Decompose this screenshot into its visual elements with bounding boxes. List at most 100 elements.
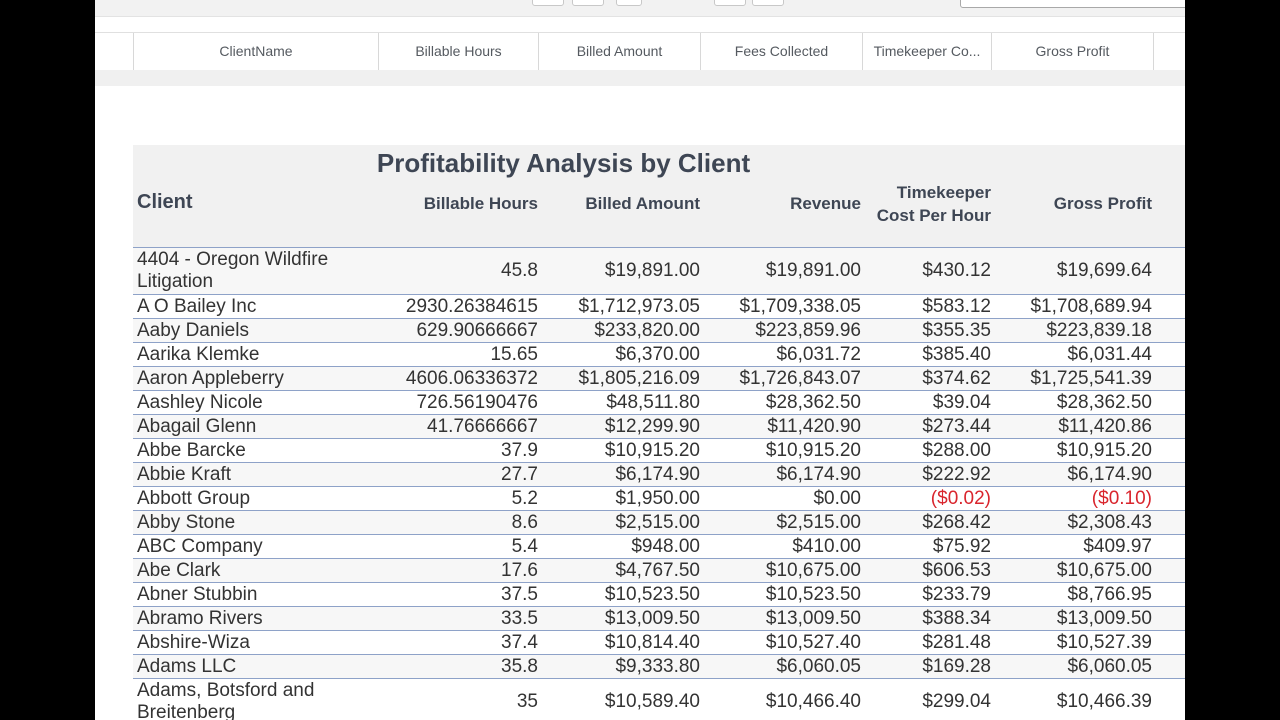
column-header-gross-profit[interactable]: Gross Profit <box>992 33 1154 70</box>
column-header-extra[interactable] <box>1154 33 1185 70</box>
cell-gross-profit: $223,839.18 <box>1046 319 1152 341</box>
report-viewer: ClientName Billable Hours Billed Amount … <box>95 0 1185 720</box>
cell-timekeeper-cost: $222.92 <box>922 463 991 485</box>
cell-billable-hours: 37.9 <box>501 439 538 461</box>
column-label-timekeeper-line2: Cost Per Hour <box>876 206 991 225</box>
column-header-fees-collected[interactable]: Fees Collected <box>701 33 863 70</box>
cell-client: 4404 - Oregon Wildfire Litigation <box>137 249 329 292</box>
cell-revenue: $19,891.00 <box>765 260 861 281</box>
cell-client: Abbott Group <box>137 487 251 509</box>
cell-billed-amount: $10,915.20 <box>604 439 700 461</box>
column-header-clientname[interactable]: ClientName <box>134 33 379 70</box>
cell-gross-profit: $6,060.05 <box>1067 655 1152 677</box>
column-label-client: Client <box>137 191 193 213</box>
table-row: Adams LLC 35.8 $9,333.80 $6,060.05 $169.28 $6… <box>133 655 1185 679</box>
cell-client: Abby Stone <box>137 511 236 533</box>
column-label-timekeeper-cost: Timekeeper Cost Per Hour <box>861 181 991 227</box>
table-row: Abbott Group 5.2 $1,950.00 $0.00 ($0.02) ($0.… <box>133 487 1185 511</box>
column-header-billed-amount[interactable]: Billed Amount <box>539 33 701 70</box>
cell-billable-hours: 5.4 <box>511 535 538 557</box>
table-row: Abbie Kraft 27.7 $6,174.90 $6,174.90 $222.92… <box>133 463 1185 487</box>
row-selector-header[interactable] <box>95 33 134 70</box>
cell-timekeeper-cost: $39.04 <box>932 391 991 413</box>
cell-client: Abshire-Wiza <box>137 631 250 653</box>
cell-timekeeper-cost: $299.04 <box>922 691 991 712</box>
cell-gross-profit: ($0.10) <box>1091 487 1152 509</box>
cell-revenue: $410.00 <box>792 535 861 557</box>
cell-client: Aashley Nicole <box>137 391 263 413</box>
cell-revenue: $10,915.20 <box>765 439 861 461</box>
toolbar-button[interactable] <box>616 0 642 6</box>
cell-gross-profit: $10,466.39 <box>1056 691 1152 712</box>
cell-revenue: $28,362.50 <box>765 391 861 413</box>
cell-client: A O Bailey Inc <box>137 295 257 317</box>
table-row: Abner Stubbin 37.5 $10,523.50 $10,523.50 $23… <box>133 583 1185 607</box>
search-input[interactable] <box>960 0 1185 8</box>
cell-revenue: $10,466.40 <box>765 691 861 712</box>
table-row: Adams, Botsford and Breitenberg 35 $10,589… <box>133 679 1185 720</box>
cell-billable-hours: 37.4 <box>501 631 538 653</box>
cell-client: Aaby Daniels <box>137 319 249 341</box>
table-row: Aaby Daniels 629.90666667 $233,820.00 $223,… <box>133 319 1185 343</box>
table-row: Aaron Appleberry 4606.06336372 $1,805,216.… <box>133 367 1185 391</box>
table-row: ABC Company 5.4 $948.00 $410.00 $75.92 $409.9… <box>133 535 1185 559</box>
cell-billed-amount: $48,511.80 <box>606 391 700 413</box>
cell-billed-amount: $13,009.50 <box>604 607 700 629</box>
toolbar <box>95 0 1185 17</box>
cell-revenue: $6,060.05 <box>776 655 861 677</box>
cell-billable-hours: 41.76666667 <box>427 415 538 437</box>
cell-client: ABC Company <box>137 535 263 557</box>
cell-revenue: $10,523.50 <box>765 583 861 605</box>
cell-client: Aarika Klemke <box>137 343 260 365</box>
cell-billed-amount: $10,589.40 <box>604 691 700 712</box>
cell-timekeeper-cost: $606.53 <box>922 559 991 581</box>
table-row: Abramo Rivers 33.5 $13,009.50 $13,009.50 $38… <box>133 607 1185 631</box>
toolbar-button[interactable] <box>714 0 746 6</box>
cell-gross-profit: $6,174.90 <box>1067 463 1152 485</box>
cell-billed-amount: $1,712,973.05 <box>578 295 700 317</box>
cell-timekeeper-cost: $233.79 <box>922 583 991 605</box>
cell-gross-profit: $28,362.50 <box>1056 391 1152 413</box>
column-label-timekeeper-line1: Timekeeper <box>896 183 991 202</box>
cell-client: Abbie Kraft <box>137 463 231 485</box>
table-row: Aarika Klemke 15.65 $6,370.00 $6,031.72 $385… <box>133 343 1185 367</box>
cell-gross-profit: $19,699.64 <box>1056 260 1152 281</box>
toolbar-button[interactable] <box>752 0 784 6</box>
report-header: Profitability Analysis by Client Client … <box>133 145 1185 248</box>
table-row: A O Bailey Inc 2930.26384615 $1,712,973.05… <box>133 295 1185 319</box>
cell-billed-amount: $9,333.80 <box>615 655 700 677</box>
cell-client: Abe Clark <box>137 559 221 581</box>
grid-column-header: ClientName Billable Hours Billed Amount … <box>95 32 1185 71</box>
cell-client: Aaron Appleberry <box>137 367 284 389</box>
cell-billable-hours: 33.5 <box>501 607 538 629</box>
cell-billable-hours: 17.6 <box>501 559 538 581</box>
cell-timekeeper-cost: $169.28 <box>922 655 991 677</box>
toolbar-button[interactable] <box>532 0 564 6</box>
cell-timekeeper-cost: $288.00 <box>922 439 991 461</box>
cell-client: Abagail Glenn <box>137 415 257 437</box>
cell-billable-hours: 2930.26384615 <box>405 295 538 317</box>
cell-timekeeper-cost: $388.34 <box>922 607 991 629</box>
cell-revenue: $1,709,338.05 <box>739 295 861 317</box>
cell-revenue: $223,859.96 <box>755 319 861 341</box>
cell-client: Abner Stubbin <box>137 583 258 605</box>
cell-billed-amount: $4,767.50 <box>615 559 700 581</box>
cell-billed-amount: $6,174.90 <box>615 463 700 485</box>
cell-billable-hours: 629.90666667 <box>416 319 538 341</box>
cell-timekeeper-cost: $385.40 <box>922 343 991 365</box>
cell-billable-hours: 45.8 <box>501 260 538 281</box>
column-label-gross-profit: Gross Profit <box>1053 194 1152 213</box>
cell-billed-amount: $19,891.00 <box>604 260 700 281</box>
toolbar-button[interactable] <box>572 0 604 6</box>
cell-billable-hours: 8.6 <box>511 511 538 533</box>
cell-gross-profit: $8,766.95 <box>1067 583 1152 605</box>
cell-timekeeper-cost: $268.42 <box>922 511 991 533</box>
column-header-timekeeper-cost[interactable]: Timekeeper Co... <box>863 33 992 70</box>
cell-billable-hours: 27.7 <box>501 463 538 485</box>
cell-billed-amount: $948.00 <box>631 535 700 557</box>
cell-billable-hours: 5.2 <box>511 487 538 509</box>
table-row: Abagail Glenn 41.76666667 $12,299.90 $11,42… <box>133 415 1185 439</box>
cell-billable-hours: 726.56190476 <box>416 391 538 413</box>
column-header-billable-hours[interactable]: Billable Hours <box>379 33 539 70</box>
cell-timekeeper-cost: $583.12 <box>922 295 991 317</box>
